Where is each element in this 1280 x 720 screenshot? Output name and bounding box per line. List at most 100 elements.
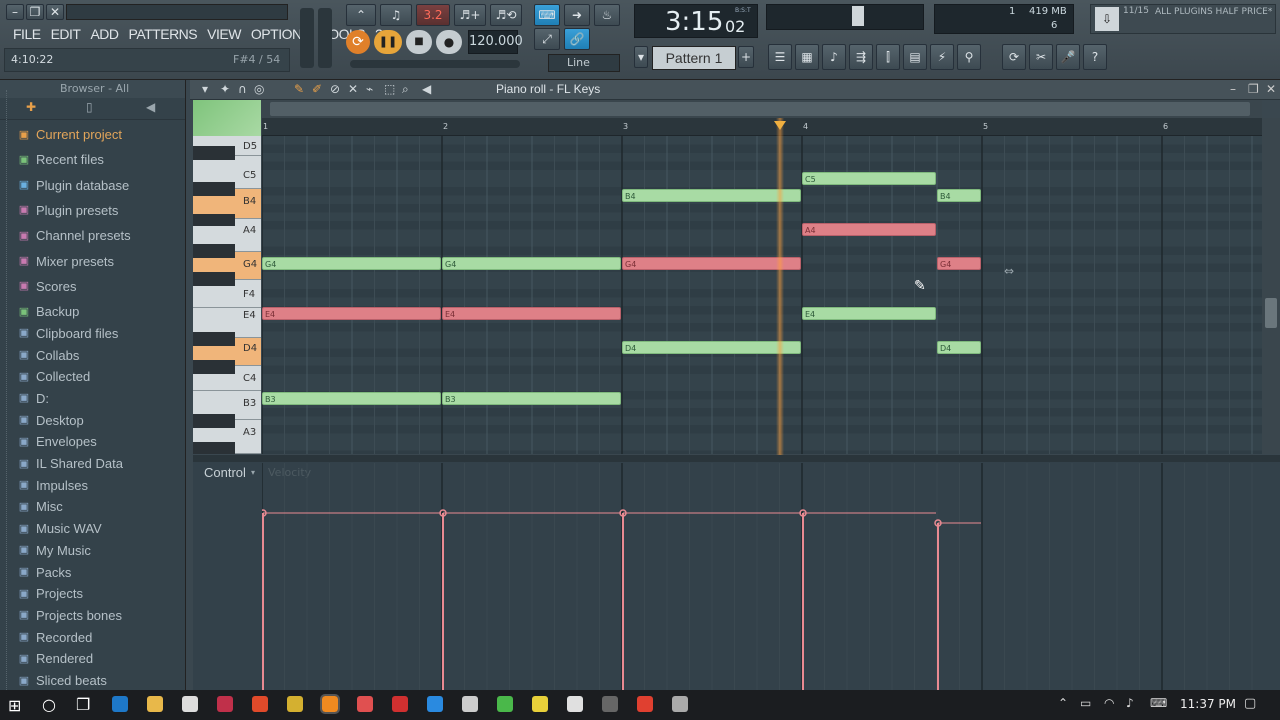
horizontal-scroll-thumb[interactable] [270,102,1250,116]
note-g4[interactable]: G4 [622,257,801,270]
note-b3[interactable]: B3 [442,392,621,405]
music-icon[interactable] [217,696,233,712]
link-icon[interactable]: 🔗 [564,28,590,50]
store-icon[interactable] [182,696,198,712]
magnet-icon[interactable]: ∩ [238,82,247,96]
stop-button[interactable]: ■ [406,30,432,54]
chrome-icon[interactable] [637,696,653,712]
media-icon[interactable] [602,696,618,712]
browser-item-recorded[interactable]: ▣ Recorded [18,627,186,648]
wrench-icon[interactable]: ✦ [220,82,230,96]
browser-item-envelopes[interactable]: ▣ Envelopes [18,431,186,452]
cut-icon[interactable]: ✂ [1029,44,1053,70]
app-icon[interactable] [357,696,373,712]
pause-button[interactable]: ❚❚ [374,30,402,54]
piano-keyboard[interactable]: D5 C5 B4 A4 G4 F4 E4 D4 C4 B3 A3 [193,136,261,454]
windows-start-icon[interactable]: ⊞ [8,696,21,715]
calculator-icon[interactable] [462,696,478,712]
record-button[interactable]: ● [436,30,462,54]
files-icon[interactable]: ▤ [903,44,927,70]
note-grid[interactable]: G4 G4 E4 E4 B3 B3 B4 G4 D4 C5 A4 E4 B4 G4 D4 [262,136,1262,454]
pattern-prev-icon[interactable]: ▾ [634,46,648,68]
piano-roll-icon[interactable]: ♪ [822,44,846,70]
browser-file-icon[interactable]: ▯ [86,100,93,114]
black-key[interactable] [193,146,235,160]
browser-item-my-music[interactable]: ▣ My Music [18,540,186,561]
song-position-slider[interactable] [350,60,520,68]
menu-file[interactable]: FILE [8,24,46,44]
browser-item-current-project[interactable]: ▣ Current project [18,124,186,145]
browser-item-projects[interactable]: ▣ Projects [18,583,186,604]
black-key[interactable] [193,414,235,428]
tempo-display[interactable]: 120.000 [468,30,523,54]
note-g4[interactable]: G4 [442,257,621,270]
plug-icon[interactable]: ⚲ [957,44,981,70]
vertical-scrollbar[interactable] [1262,118,1280,454]
browser-item-recent-files[interactable]: ▣ Recent files [18,149,186,170]
browser-item-channel-presets[interactable]: ▣ Channel presets [18,225,186,246]
firefox-icon[interactable] [252,696,268,712]
app3-icon[interactable] [672,696,688,712]
browser-item-clipboard-files[interactable]: ▣ Clipboard files [18,323,186,344]
pr-minimize-icon[interactable]: – [1230,82,1236,96]
piano-roll-corner[interactable] [193,100,261,136]
volume-icon[interactable]: ♪ [1126,696,1134,710]
browser-item-plugin-database[interactable]: ▣ Plugin database [18,175,186,196]
slice-icon[interactable]: ⌁ [366,82,373,96]
keyboard-icon[interactable]: ⌨ [1150,696,1167,710]
note-b4[interactable]: B4 [622,189,801,202]
black-key[interactable] [193,332,235,346]
browser-item-mixer-presets[interactable]: ▣ Mixer presets [18,251,186,272]
paint-icon[interactable]: ✐ [312,82,322,96]
app2-icon[interactable] [567,696,583,712]
browser-item-d[interactable]: ▣ D: [18,388,186,409]
add-pattern-icon[interactable]: + [738,46,754,68]
typing-keyboard-icon[interactable]: ⌨ [534,4,560,26]
master-volume-slider[interactable] [300,8,314,68]
browser-item-scores[interactable]: ▣ Scores [18,276,186,297]
note-e4[interactable]: E4 [802,307,936,320]
sticky-icon[interactable] [532,696,548,712]
browser-item-desktop[interactable]: ▣ Desktop [18,410,186,431]
note-g4[interactable]: G4 [262,257,441,270]
speaker-icon[interactable]: ◀ [422,82,431,96]
stamp-icon[interactable]: ◎ [254,82,264,96]
undo-icon[interactable]: ⟳ [1002,44,1026,70]
menu-patterns[interactable]: PATTERNS [124,24,203,44]
help-icon[interactable]: ? [1083,44,1107,70]
zoom-icon[interactable]: ⌕ [402,82,409,97]
browser-item-collabs[interactable]: ▣ Collabs [18,345,186,366]
note-b3[interactable]: B3 [262,392,441,405]
pattern-song-toggle[interactable]: ⟳ [346,30,370,54]
timeline-ruler[interactable]: 1 2 3 4 5 6 [262,118,1262,136]
browser-item-misc[interactable]: ▣ Misc [18,496,186,517]
browser-item-packs[interactable]: ▣ Packs [18,562,186,583]
explorer-icon[interactable] [147,696,163,712]
pr-close-icon[interactable]: ✕ [1266,82,1276,96]
browser-icon[interactable]: ⇶ [849,44,873,70]
browser-item-rendered[interactable]: ▣ Rendered [18,648,186,669]
blend-notes-icon[interactable]: ♬+ [454,4,486,26]
browser-item-sliced-beats[interactable]: ▣ Sliced beats [18,670,186,691]
black-key[interactable] [193,244,235,258]
note-e4[interactable]: E4 [442,307,621,320]
countdown-icon[interactable]: 3.2 [416,4,450,26]
horizontal-scrollbar[interactable] [262,100,1262,118]
wifi-icon[interactable]: ◠ [1104,696,1114,710]
task-view-icon[interactable]: ❐ [76,695,90,714]
notifications-icon[interactable]: ▢ [1244,696,1256,711]
green-app-icon[interactable] [497,696,513,712]
mixer-icon[interactable]: ⫿ [876,44,900,70]
mute-icon[interactable]: ✕ [348,82,358,96]
edge-icon[interactable] [112,696,128,712]
wait-input-icon[interactable]: ♫ [380,4,412,26]
fl-studio-icon[interactable] [287,696,303,712]
news-panel[interactable]: ⇩ 11/15 ALL PLUGINS HALF PRICE* [1090,4,1276,34]
velocity-lane[interactable] [262,463,1262,690]
snap-icon[interactable]: ⤢ [534,28,560,50]
select-icon[interactable]: ⬚ [384,82,395,96]
pattern-selector[interactable]: Pattern 1 [652,46,736,70]
note-c5[interactable]: C5 [802,172,936,185]
clock[interactable]: 11:37 PM [1180,697,1236,711]
pencil-icon[interactable]: ✎ [294,82,304,96]
